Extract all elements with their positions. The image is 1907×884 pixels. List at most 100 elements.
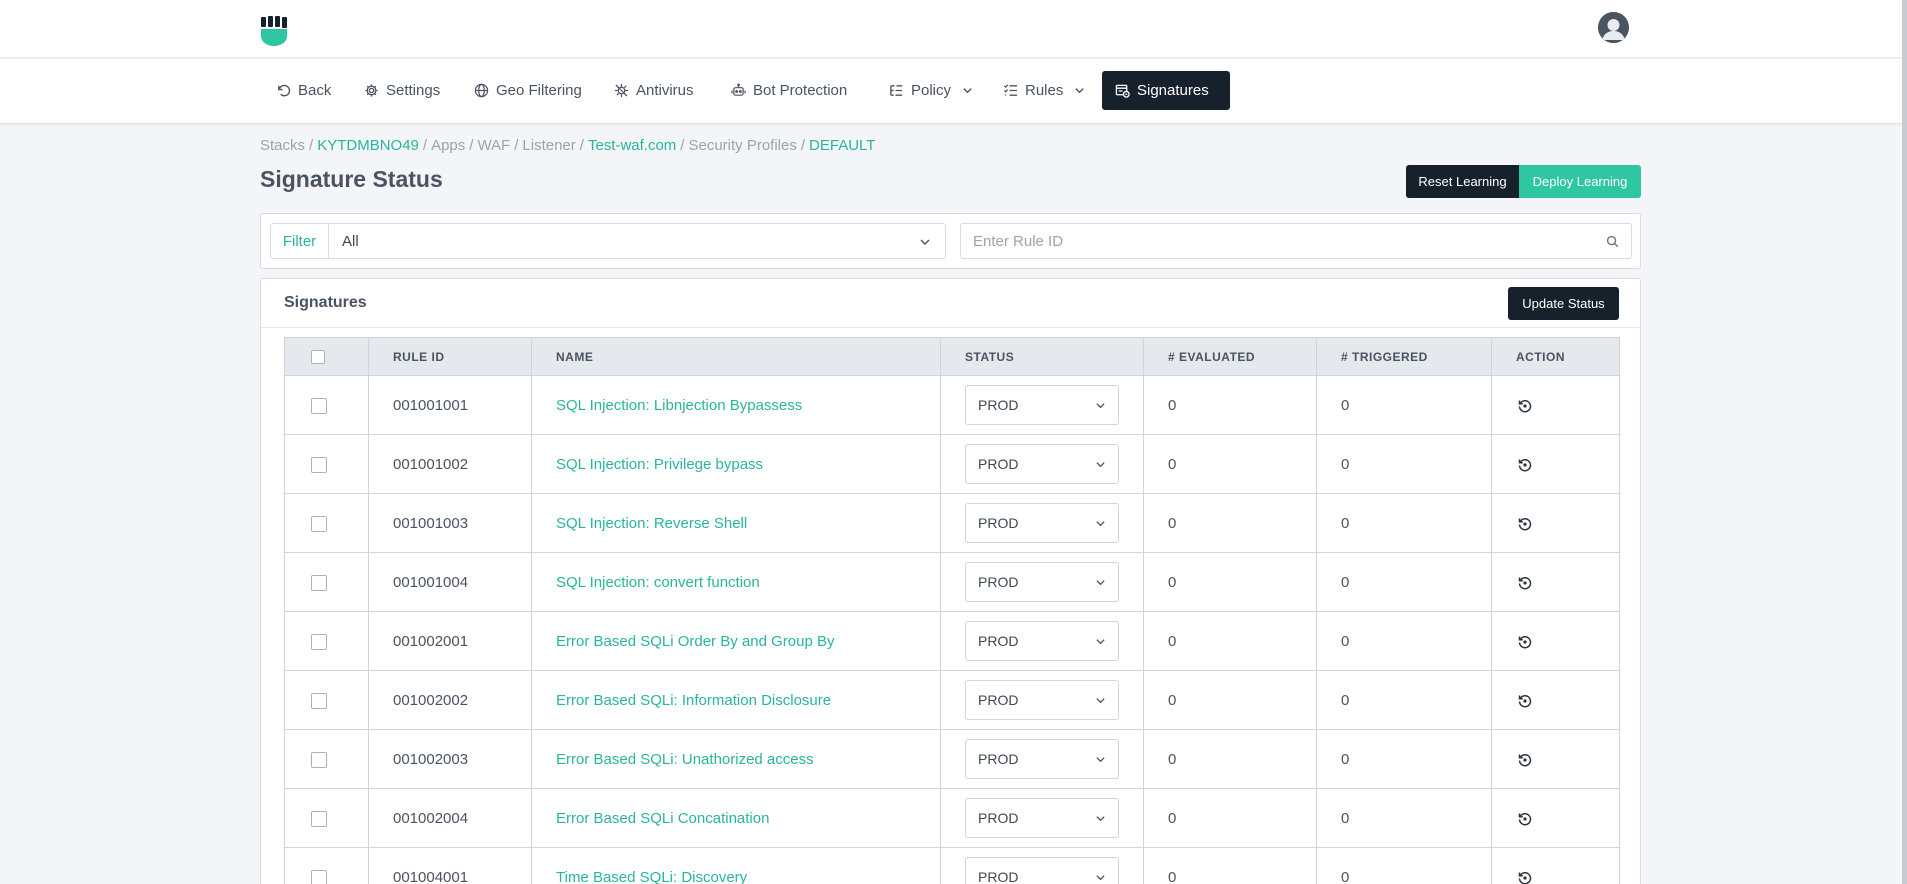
status-select[interactable]: PROD (965, 857, 1119, 884)
column-header[interactable]: # EVALUATED (1143, 337, 1317, 376)
row-checkbox[interactable] (311, 633, 327, 650)
chevron-down-icon (1096, 698, 1105, 704)
policy-dropdown[interactable]: Policy (876, 71, 986, 110)
chevron-down-icon (1096, 639, 1105, 645)
signature-name-link[interactable]: Error Based SQLi: Information Disclosure (531, 670, 941, 730)
select-all-checkbox[interactable] (311, 349, 325, 364)
status-select[interactable]: PROD (965, 503, 1119, 543)
evaluated-cell: 0 (1143, 375, 1317, 435)
signature-name-link[interactable]: Error Based SQLi Concatination (531, 788, 941, 848)
rule-id-cell: 001004001 (368, 847, 532, 884)
action-cell (1491, 434, 1620, 494)
signatures-title: Signatures (284, 294, 367, 311)
chevron-down-icon (1096, 580, 1105, 586)
column-header[interactable]: # TRIGGERED (1316, 337, 1492, 376)
table-row: 001001004 SQL Injection: convert function… (284, 552, 1620, 612)
row-select-cell (284, 493, 369, 553)
row-checkbox[interactable] (311, 397, 327, 414)
status-select[interactable]: PROD (965, 385, 1119, 425)
column-header[interactable]: STATUS (940, 337, 1144, 376)
signature-name-link[interactable]: SQL Injection: Reverse Shell (531, 493, 941, 553)
settings-tab[interactable]: Settings (351, 71, 453, 110)
breadcrumb-stack-id[interactable]: KYTDMBNO49 (317, 137, 419, 154)
signature-name-link[interactable]: SQL Injection: Libnjection Bypassess (531, 375, 941, 435)
status-select[interactable]: PROD (965, 562, 1119, 602)
reset-status-icon[interactable] (1517, 693, 1533, 709)
reset-status-icon[interactable] (1517, 870, 1533, 884)
signature-name-link[interactable]: Time Based SQLi: Discovery (531, 847, 941, 884)
reset-status-icon[interactable] (1517, 575, 1533, 591)
evaluated-cell: 0 (1143, 670, 1317, 730)
search-icon[interactable] (1606, 235, 1619, 248)
status-cell: PROD (940, 847, 1144, 884)
signature-name-link[interactable]: SQL Injection: Privilege bypass (531, 434, 941, 494)
reset-status-icon[interactable] (1517, 516, 1533, 532)
row-checkbox[interactable] (311, 810, 327, 827)
breadcrumb-stacks[interactable]: Stacks (260, 137, 305, 154)
rules-label: Rules (1025, 82, 1064, 99)
reset-status-icon[interactable] (1517, 634, 1533, 650)
signature-name-link[interactable]: SQL Injection: convert function (531, 552, 941, 612)
reset-learning-button[interactable]: Reset Learning (1406, 165, 1519, 198)
row-checkbox[interactable] (311, 751, 327, 768)
chevron-down-icon (1096, 757, 1105, 763)
triggered-cell: 0 (1316, 611, 1492, 671)
rules-dropdown[interactable]: Rules (990, 71, 1098, 110)
breadcrumb-listener[interactable]: Listener (522, 137, 575, 154)
signature-name-link[interactable]: Error Based SQLi Order By and Group By (531, 611, 941, 671)
evaluated-cell: 0 (1143, 552, 1317, 612)
signatures-card-header: Signatures Update Status (261, 279, 1640, 328)
reset-status-icon[interactable] (1517, 811, 1533, 827)
status-select[interactable]: PROD (965, 739, 1119, 779)
rule-id-cell: 001001002 (368, 434, 532, 494)
status-select[interactable]: PROD (965, 444, 1119, 484)
geo-filtering-tab[interactable]: Geo Filtering (461, 71, 595, 110)
rule-id-cell: 001001004 (368, 552, 532, 612)
triggered-cell: 0 (1316, 847, 1492, 884)
reset-status-icon[interactable] (1517, 752, 1533, 768)
evaluated-cell: 0 (1143, 611, 1317, 671)
evaluated-cell: 0 (1143, 493, 1317, 553)
status-select[interactable]: PROD (965, 798, 1119, 838)
chevron-down-icon (963, 88, 972, 94)
table-header-row: RULE ID NAME STATUS # EVALUATED # TRIGGE… (284, 337, 1620, 376)
breadcrumb-waf[interactable]: WAF (477, 137, 510, 154)
chevron-down-icon (1096, 403, 1105, 409)
row-checkbox[interactable] (311, 692, 327, 709)
column-header[interactable]: RULE ID (368, 337, 532, 376)
page-scrollbar[interactable] (1902, 0, 1907, 884)
signatures-tab[interactable]: Signatures (1102, 71, 1230, 110)
breadcrumb-security-profiles[interactable]: Security Profiles (688, 137, 796, 154)
chevron-down-icon (1096, 875, 1105, 881)
antivirus-tab[interactable]: Antivirus (601, 71, 707, 110)
list-tree-icon (890, 85, 903, 96)
breadcrumb-profile[interactable]: DEFAULT (809, 137, 875, 154)
breadcrumb-domain[interactable]: Test-waf.com (588, 137, 676, 154)
signature-name-link[interactable]: Error Based SQLi: Unathorized access (531, 729, 941, 789)
top-header (0, 0, 1907, 58)
row-checkbox[interactable] (311, 515, 327, 532)
update-status-button[interactable]: Update Status (1508, 287, 1619, 320)
reset-status-icon[interactable] (1517, 398, 1533, 414)
bot-protection-tab[interactable]: Bot Protection (718, 71, 860, 110)
signatures-card: Signatures Update Status RULE ID NAME ST… (260, 278, 1641, 884)
user-avatar-icon[interactable] (1598, 12, 1629, 43)
deploy-learning-button[interactable]: Deploy Learning (1519, 165, 1641, 198)
column-header[interactable]: NAME (531, 337, 941, 376)
row-checkbox[interactable] (311, 869, 327, 884)
status-select[interactable]: PROD (965, 680, 1119, 720)
filter-select[interactable]: All (329, 223, 946, 259)
rule-id-input[interactable] (961, 224, 1581, 258)
back-button[interactable]: Back (263, 71, 344, 110)
triggered-cell: 0 (1316, 552, 1492, 612)
breadcrumb-apps[interactable]: Apps (431, 137, 465, 154)
evaluated-cell: 0 (1143, 788, 1317, 848)
row-checkbox[interactable] (311, 456, 327, 473)
status-select[interactable]: PROD (965, 621, 1119, 661)
action-cell (1491, 670, 1620, 730)
status-cell: PROD (940, 375, 1144, 435)
brand-logo[interactable] (260, 16, 289, 47)
row-checkbox[interactable] (311, 574, 327, 591)
reset-status-icon[interactable] (1517, 457, 1533, 473)
rule-id-cell: 001002001 (368, 611, 532, 671)
